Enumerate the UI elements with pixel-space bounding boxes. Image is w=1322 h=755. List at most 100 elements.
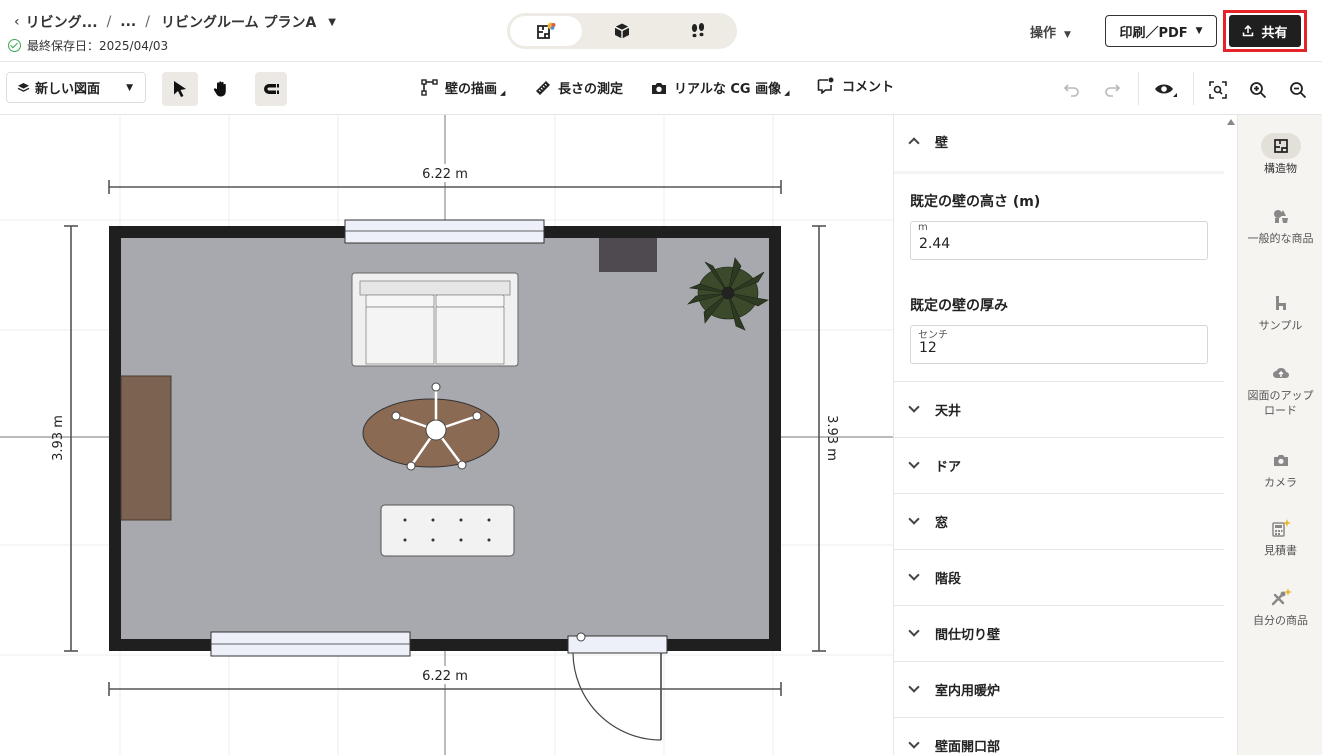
section-ceiling-label: 天井 [935, 403, 962, 419]
scroll-up-arrow-icon[interactable] [1227, 119, 1235, 125]
sidebar-item-camera[interactable]: カメラ [1238, 447, 1322, 490]
magnet-icon [264, 84, 279, 94]
view-2d-button[interactable] [510, 16, 582, 46]
comment-icon [817, 77, 835, 94]
side-table[interactable] [599, 238, 657, 272]
view-walkthrough-button[interactable] [662, 16, 734, 46]
plan-menu-caret-icon[interactable]: ▼ [328, 17, 336, 28]
wall-height-input[interactable]: m 2.44 [910, 221, 1208, 260]
tool-bar: 新しい図面 ▼ 壁の描画 ◢ 長さの測定 リアルな CG 画像 ◢ コメント [0, 62, 1322, 115]
section-fireplace[interactable]: 室内用暖炉 [894, 661, 1224, 717]
wall-height-value: 2.44 [919, 236, 951, 252]
floorplan-canvas[interactable]: 6.22 m 6.22 m 3.93 m 3.93 m [0, 115, 893, 755]
section-window[interactable]: 窓 [894, 493, 1224, 549]
ottoman[interactable] [380, 504, 515, 557]
sidebar-item-estimate[interactable]: 見積書 [1238, 515, 1322, 558]
print-pdf-button[interactable]: 印刷／PDF ▼ [1105, 15, 1217, 47]
upload-icon [1242, 25, 1254, 37]
section-divider [894, 171, 1224, 174]
breadcrumb-middle[interactable]: ... [120, 14, 136, 30]
sidebar-item-label: 図面のアップロード [1247, 389, 1314, 417]
chevron-down-icon [908, 737, 920, 749]
view-3d-button[interactable] [586, 16, 658, 46]
right-sidebar: 構造物 一般的な商品 サンプル 図面のアップロード カメラ 見積書 自分の商品 [1237, 115, 1322, 755]
share-label: 共有 [1261, 25, 1288, 41]
sidebar-item-samples[interactable]: サンプル [1238, 290, 1322, 333]
box-3d-icon [614, 23, 630, 39]
visibility-button[interactable] [1152, 78, 1180, 102]
share-button[interactable]: 共有 [1229, 15, 1301, 47]
sidebar-item-label: 自分の商品 [1253, 614, 1308, 627]
camera-icon [651, 81, 667, 95]
door-swing-arc [572, 652, 662, 741]
panel-scrollbar[interactable] [1224, 115, 1237, 755]
plan-name[interactable]: リビングルーム プランA [161, 12, 316, 32]
snap-magnet-button[interactable] [255, 72, 287, 106]
floorplan-drawing: 6.22 m 6.22 m 3.93 m 3.93 m [0, 115, 893, 755]
redo-icon [1105, 84, 1120, 97]
section-ceiling[interactable]: 天井 [894, 381, 1224, 437]
camera-icon [1261, 447, 1301, 473]
select-tool-button[interactable] [162, 72, 198, 106]
draw-wall-tool[interactable]: 壁の描画 ◢ [421, 78, 505, 97]
chair-icon [1261, 290, 1301, 316]
render-cg-tool[interactable]: リアルな CG 画像 ◢ [651, 78, 790, 97]
comment-tool[interactable]: コメント [817, 76, 894, 95]
breadcrumb-root[interactable]: リビング... [26, 12, 98, 32]
layers-icon [17, 83, 30, 92]
draw-wall-label: 壁の描画 [445, 82, 498, 97]
section-wall-label: 壁 [935, 135, 949, 151]
new-plan-dropdown[interactable]: 新しい図面 ▼ [6, 72, 146, 103]
cloud-upload-icon [1261, 360, 1301, 386]
sidebar-item-upload-plan[interactable]: 図面のアップロード [1238, 360, 1322, 418]
section-wall-opening[interactable]: 壁面開口部 [894, 717, 1224, 755]
caret-down-icon: ▼ [126, 82, 133, 93]
window-top[interactable] [344, 219, 545, 244]
chevron-up-icon [908, 137, 920, 149]
section-partition[interactable]: 間仕切り壁 [894, 605, 1224, 661]
media-console[interactable] [120, 375, 172, 521]
section-stairs-label: 階段 [935, 571, 962, 587]
redo-button[interactable] [1100, 78, 1124, 102]
zoom-in-icon [1250, 82, 1267, 99]
zoom-in-button[interactable] [1246, 78, 1270, 102]
section-stairs[interactable]: 階段 [894, 549, 1224, 605]
sidebar-item-my-products[interactable]: 自分の商品 [1238, 585, 1322, 628]
section-wall-opening-label: 壁面開口部 [935, 739, 1001, 755]
measure-tool[interactable]: 長さの測定 [535, 78, 623, 97]
chevron-down-icon [908, 401, 920, 413]
structure-icon [1260, 133, 1301, 159]
wall-thickness-value: 12 [919, 340, 937, 356]
measure-label: 長さの測定 [558, 82, 624, 97]
comment-label: コメント [842, 80, 895, 95]
toolbar-divider [1193, 72, 1194, 105]
sofa[interactable] [351, 272, 519, 367]
section-door[interactable]: ドア [894, 437, 1224, 493]
wall-thickness-input[interactable]: センチ 12 [910, 325, 1208, 364]
top-bar: ‹ リビング... / ... / リビングルーム プランA ▼ 最終保存日：2… [0, 0, 1322, 62]
last-saved-status: 最終保存日：2025/04/03 [8, 37, 168, 54]
draw-wall-icon [421, 79, 438, 96]
dimension-width-bottom: 6.22 m [422, 669, 468, 684]
operations-menu[interactable]: 操作 ▼ [1030, 22, 1071, 41]
chevron-down-icon [908, 457, 920, 469]
sidebar-item-products[interactable]: 一般的な商品 [1238, 203, 1322, 246]
check-circle-icon [8, 39, 21, 52]
chevron-down-icon [908, 625, 920, 637]
pan-tool-button[interactable] [203, 72, 239, 106]
sidebar-item-structure[interactable]: 構造物 [1238, 133, 1322, 176]
back-chevron-icon[interactable]: ‹ [14, 14, 20, 30]
breadcrumb-separator: / [145, 14, 150, 30]
zoom-out-button[interactable] [1286, 78, 1310, 102]
dimension-height-left: 3.93 m [51, 415, 66, 461]
wall-thickness-unit: センチ [918, 330, 948, 341]
caret-down-icon: ▼ [1064, 30, 1071, 40]
tools-icon [1261, 585, 1301, 611]
sidebar-item-label: サンプル [1258, 319, 1303, 332]
section-wall-header[interactable]: 壁 [894, 123, 1224, 159]
toolbar-divider [1138, 72, 1139, 105]
wall-height-unit: m [918, 222, 928, 233]
fit-view-button[interactable] [1206, 78, 1230, 102]
undo-button[interactable] [1060, 78, 1084, 102]
caret-down-icon: ▼ [1195, 26, 1203, 36]
